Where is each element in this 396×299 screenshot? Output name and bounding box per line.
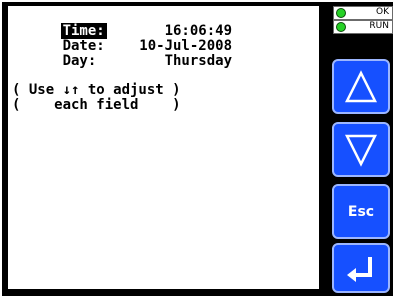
side-panel: OK RUN Esc: [331, 4, 393, 294]
day-row[interactable]: Day: Thursday: [12, 39, 232, 84]
lcd-screen: Time: 16:06:49 Date: 10-Jul-2008 Day: Thurs…: [8, 6, 319, 289]
esc-button[interactable]: Esc: [332, 184, 390, 239]
instruction-line-1: ( Use ↓↑ to adjust ): [12, 82, 181, 98]
device-frame: Time: 16:06:49 Date: 10-Jul-2008 Day: Thurs…: [2, 2, 393, 296]
run-led-icon: [336, 22, 346, 32]
instruction-line-2: ( each field ): [12, 97, 181, 113]
status-ok: OK: [333, 6, 393, 20]
status-run: RUN: [333, 20, 393, 34]
day-value: Thursday: [164, 53, 232, 69]
esc-label: Esc: [347, 203, 375, 220]
down-triangle-icon: [344, 134, 378, 167]
enter-button[interactable]: [332, 243, 390, 293]
ok-label: OK: [376, 7, 389, 17]
up-triangle-icon: [344, 70, 378, 103]
ok-led-icon: [336, 8, 346, 18]
up-button[interactable]: [332, 59, 390, 114]
enter-arrow-icon: [347, 257, 372, 282]
run-label: RUN: [369, 21, 389, 31]
down-button[interactable]: [332, 122, 390, 177]
